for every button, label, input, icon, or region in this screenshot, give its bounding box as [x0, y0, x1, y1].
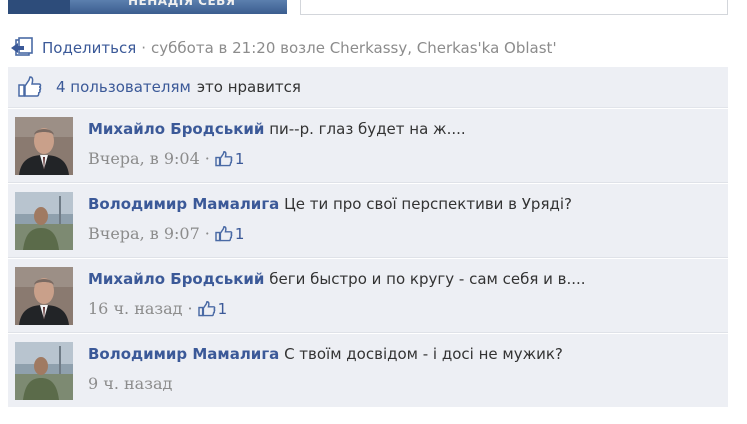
- comment-time[interactable]: 9 ч. назад: [88, 374, 172, 394]
- comment-author[interactable]: Володимир Мамалига: [88, 345, 279, 363]
- comment-text: пи--р. глаз будет на ж....: [269, 120, 466, 138]
- comment-separator: ·: [204, 224, 210, 243]
- post-attachment-box: [300, 0, 728, 15]
- comment-time[interactable]: Вчера, в 9:04: [88, 149, 200, 169]
- like-count: 1: [217, 300, 228, 318]
- comment-item: Михайло Бродський пи--р. глаз будет на ж…: [8, 108, 728, 183]
- comment-like-count[interactable]: 1: [215, 149, 245, 169]
- comment-time[interactable]: 16 ч. назад: [88, 299, 183, 319]
- post-image-text: НЕНАДІЯ СЕБЯ: [128, 0, 236, 8]
- comment-author[interactable]: Михайло Бродський: [88, 270, 264, 288]
- like-count: 1: [234, 225, 245, 243]
- comment-text: беги быстро и по кругу - сам себя и в...…: [269, 270, 586, 288]
- comment-like-count[interactable]: 1: [215, 224, 245, 244]
- thumbs-up-icon: [215, 151, 233, 167]
- comment-item: Володимир Мамалига Це ти про свої перспе…: [8, 183, 728, 258]
- thumbs-up-icon: [215, 226, 233, 242]
- post-actions-row: Поделиться · суббота в 21:20 возле Cherk…: [10, 36, 557, 60]
- comment-author[interactable]: Михайло Бродський: [88, 120, 264, 138]
- post-image-bottom-edge[interactable]: НЕНАДІЯ СЕБЯ: [8, 0, 287, 14]
- meta-separator: ·: [141, 39, 147, 57]
- comment-separator: ·: [204, 149, 210, 168]
- comment-item: Володимир Мамалига С твоїм досвідом - і …: [8, 333, 728, 407]
- avatar[interactable]: [15, 267, 73, 325]
- comment-separator: ·: [187, 299, 193, 318]
- comment-text: Це ти про свої перспективи в Уряді?: [284, 195, 572, 213]
- share-link[interactable]: Поделиться: [42, 39, 136, 57]
- avatar[interactable]: [15, 342, 73, 400]
- thumbs-up-icon: [18, 76, 42, 98]
- avatar[interactable]: [15, 192, 73, 250]
- comment-author[interactable]: Володимир Мамалига: [88, 195, 279, 213]
- likers-link[interactable]: 4 пользователям: [56, 78, 191, 96]
- thumbs-up-icon: [197, 301, 215, 317]
- like-count: 1: [234, 150, 245, 168]
- comment-text: С твоїм досвідом - і досі не мужик?: [284, 345, 563, 363]
- post-timestamp-location[interactable]: суббота в 21:20 возле Cherkassy, Cherkas…: [151, 39, 557, 57]
- feedback-panel: 4 пользователям это нравится Михайло Бро…: [8, 67, 728, 407]
- share-icon[interactable]: [10, 37, 36, 59]
- avatar[interactable]: [15, 117, 73, 175]
- post-image-dark-area: [8, 0, 70, 14]
- likes-summary: 4 пользователям это нравится: [8, 67, 728, 108]
- likes-text: это нравится: [196, 78, 301, 96]
- comment-like-count[interactable]: 1: [197, 299, 228, 319]
- comment-time[interactable]: Вчера, в 9:07: [88, 224, 200, 244]
- comment-item: Михайло Бродський беги быстро и по кругу…: [8, 258, 728, 333]
